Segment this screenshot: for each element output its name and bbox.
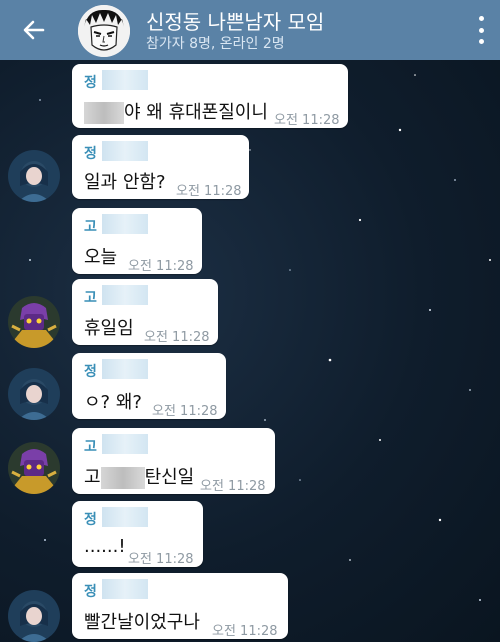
message-time: 오전 11:28 bbox=[144, 330, 210, 345]
blurred-name bbox=[102, 434, 148, 454]
message-time: 오전 11:28 bbox=[152, 404, 218, 419]
back-button[interactable] bbox=[18, 14, 50, 46]
message-text: 야 왜 휴대폰질이니 bbox=[84, 98, 268, 124]
sender-name: 고 bbox=[84, 439, 97, 455]
back-arrow-icon bbox=[23, 20, 45, 40]
message-time: 오전 11:28 bbox=[200, 479, 266, 494]
sender-name: 정 bbox=[84, 364, 97, 380]
more-vert-icon bbox=[478, 16, 484, 21]
chat-subtitle: 참가자 8명, 온라인 2명 bbox=[146, 36, 285, 52]
manga-face-icon bbox=[78, 5, 130, 57]
user-avatar[interactable] bbox=[8, 590, 60, 642]
blurred-name bbox=[102, 70, 148, 90]
blurred-name bbox=[102, 214, 148, 234]
message-bubble[interactable]: 고 오늘 오전 11:28 bbox=[72, 208, 202, 274]
message-bubble[interactable]: 정 일과 안함? 오전 11:28 bbox=[72, 135, 249, 199]
message-time: 오전 11:28 bbox=[128, 259, 194, 274]
message-text: 휴일임 bbox=[84, 318, 134, 339]
sender-name: 고 bbox=[84, 290, 97, 306]
message-time: 오전 11:28 bbox=[212, 624, 278, 639]
robot-avatar-icon bbox=[8, 442, 60, 494]
message-bubble[interactable]: 고 고 탄신일 오전 11:28 bbox=[72, 428, 275, 494]
robot-avatar-icon bbox=[8, 296, 60, 348]
blurred-text bbox=[100, 467, 145, 489]
anime-avatar-icon bbox=[8, 150, 60, 202]
message-text: 오늘 bbox=[84, 247, 118, 268]
user-avatar[interactable] bbox=[8, 150, 60, 202]
blurred-name bbox=[102, 359, 148, 379]
blurred-name bbox=[102, 507, 148, 527]
message-bubble[interactable]: 고 휴일임 오전 11:28 bbox=[72, 279, 218, 345]
blurred-text bbox=[84, 102, 124, 124]
message-bubble[interactable]: 정 ......! 오전 11:28 bbox=[72, 501, 203, 567]
sender-name: 정 bbox=[84, 75, 97, 91]
message-time: 오전 11:28 bbox=[176, 184, 242, 199]
anime-avatar-icon bbox=[8, 590, 60, 642]
message-time: 오전 11:28 bbox=[274, 113, 340, 128]
message-text: ㅇ? 왜? bbox=[84, 392, 142, 413]
user-avatar[interactable] bbox=[8, 442, 60, 494]
blurred-name bbox=[102, 141, 148, 161]
message-bubble[interactable]: 정 야 왜 휴대폰질이니 오전 11:28 bbox=[72, 64, 348, 128]
sender-name: 고 bbox=[84, 219, 97, 235]
user-avatar[interactable] bbox=[8, 368, 60, 420]
message-bubble[interactable]: 정 ㅇ? 왜? 오전 11:28 bbox=[72, 353, 226, 419]
blurred-name bbox=[102, 285, 148, 305]
message-text: 고 탄신일 bbox=[84, 467, 195, 489]
anime-avatar-icon bbox=[8, 368, 60, 420]
chat-title: 신정동 나쁜남자 모임 bbox=[146, 10, 325, 34]
message-time: 오전 11:28 bbox=[128, 552, 194, 567]
message-text: 빨간날이었구나 bbox=[84, 612, 200, 633]
message-bubble[interactable]: 정 빨간날이었구나 오전 11:28 bbox=[72, 573, 288, 639]
sender-name: 정 bbox=[84, 512, 97, 528]
more-options-button[interactable] bbox=[474, 16, 488, 44]
group-avatar[interactable] bbox=[78, 5, 130, 57]
chat-area[interactable]: 정 야 왜 휴대폰질이니 오전 11:28 정 일과 안함? 오전 11:28 … bbox=[0, 60, 500, 642]
message-text: 일과 안함? bbox=[84, 172, 166, 193]
message-text: ......! bbox=[84, 536, 126, 557]
sender-name: 정 bbox=[84, 146, 97, 162]
user-avatar[interactable] bbox=[8, 296, 60, 348]
chat-header: 신정동 나쁜남자 모임 참가자 8명, 온라인 2명 bbox=[0, 0, 500, 60]
blurred-name bbox=[102, 579, 148, 599]
sender-name: 정 bbox=[84, 584, 97, 600]
